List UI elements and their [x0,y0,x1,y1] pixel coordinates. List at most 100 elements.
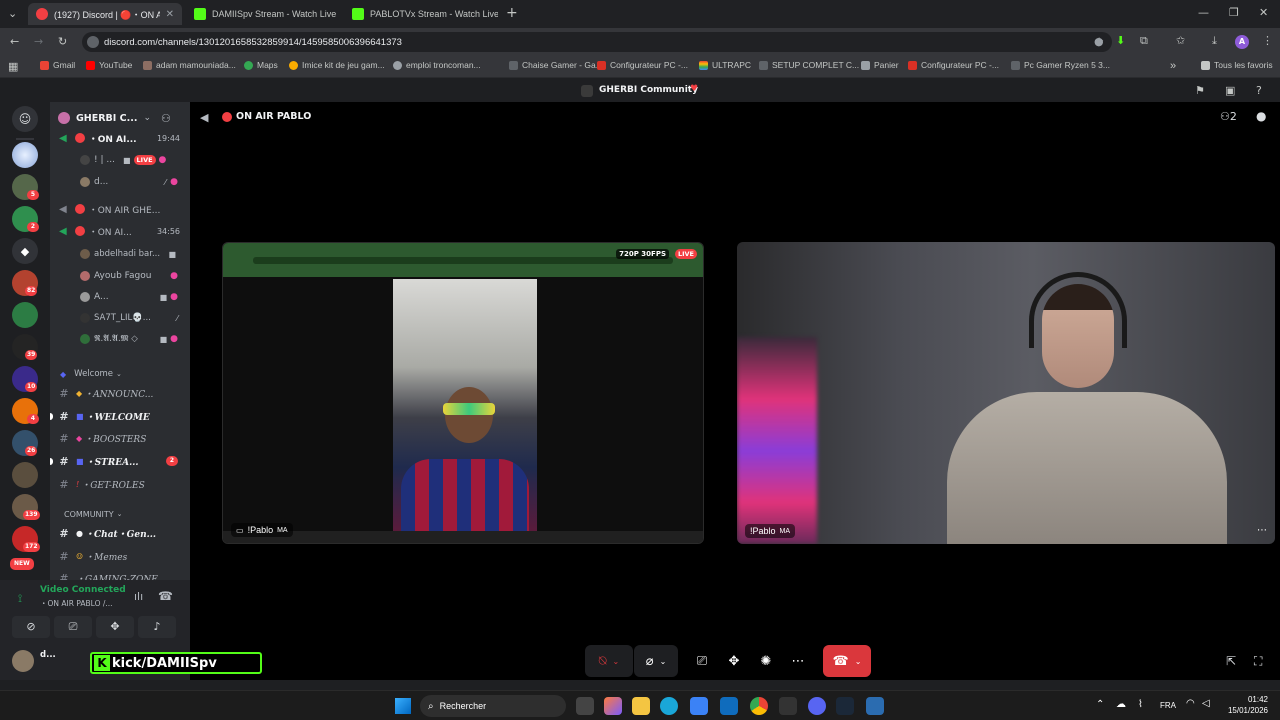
noise-suppression-icon[interactable]: ılı [134,590,143,603]
epic-games-icon[interactable] [779,697,797,715]
taskbar-search[interactable]: ⌕ Rechercher [420,695,566,717]
category-community[interactable]: COMMUNITY ⌄ [50,505,190,523]
site-info-icon[interactable] [87,36,99,48]
bookmark-item[interactable]: adam mamouniada... [143,60,236,70]
help-icon[interactable]: ? [1256,85,1262,96]
favorites-icon[interactable]: ✩ [1176,35,1185,46]
voice-user[interactable]: Ayoub Fagou ● [50,267,190,285]
tray-chevron-icon[interactable]: ⌃ [1096,699,1104,710]
stream-tile[interactable]: 720P 30FPS LIVE ▭ !Pablo MA [222,242,704,544]
profile-avatar[interactable]: A [1235,35,1249,49]
back-icon[interactable]: ← [10,36,19,47]
server-item[interactable] [12,302,38,328]
screen-share-button[interactable]: ⎚ [54,616,92,638]
tab-pablotvx[interactable]: PABLOTVx Stream - Watch Live ✕ [344,3,498,25]
bookmark-item[interactable]: Configurateur PC -... [908,60,999,70]
user-avatar[interactable] [12,650,34,672]
leave-call-button[interactable]: ☎ ⌄ [823,645,871,677]
discord-app-icon[interactable] [808,697,826,715]
language-indicator[interactable]: FRA [1160,701,1176,710]
fullscreen-icon[interactable]: ⛶ [1254,654,1262,669]
reload-icon[interactable]: ↻ [58,36,67,47]
text-channel[interactable]: # ☺ ・Memes [50,547,190,565]
text-channel[interactable]: # ! ・GET-ROLES [50,475,190,493]
downloads-icon[interactable]: ⤓ [1212,35,1217,46]
members-icon[interactable]: ⚇2 [1220,110,1237,123]
voice-user[interactable]: ! | ... ■ LIVE ● [50,151,190,169]
activities-button[interactable]: ✥ [722,645,746,677]
bookmark-item[interactable]: Maps [244,60,278,70]
bookmarks-overflow[interactable]: » [1170,60,1176,72]
server-item[interactable] [12,462,38,488]
disconnect-icon[interactable]: ☎ [158,589,173,603]
add-member-icon[interactable]: ⚇ [161,112,171,125]
bookmark-item[interactable]: Configurateur PC -... [597,60,688,70]
voice-user[interactable]: SA7T_LIL💀... ⁄ [50,309,190,327]
camera-tile[interactable]: !Pablo MA ⋯ [737,242,1275,544]
mail-icon[interactable] [720,697,738,715]
inbox-icon[interactable]: ⚑ [1195,85,1205,96]
camera-off-button[interactable]: ⊘ [12,616,50,638]
clock-time[interactable]: 01:42 [1222,695,1268,704]
maximize-icon[interactable]: ❐ [1229,7,1239,18]
all-bookmarks[interactable]: Tous les favoris [1201,60,1273,70]
bookmark-item[interactable]: Chaise Gamer - Ga... [509,60,603,70]
start-icon[interactable] [395,698,411,714]
voice-channel-label[interactable]: ・ON AIR PABLO /... [40,598,113,609]
popout-icon[interactable]: ⇱ [1226,654,1236,668]
tab-damiispv[interactable]: DAMIISpv Stream - Watch Live ✕ [186,3,340,25]
share-screen-button[interactable]: ⎚ [690,645,714,677]
more-options-icon[interactable]: ⋯ [1257,525,1267,536]
discord-home-icon[interactable]: ☺ [12,106,38,132]
mute-button[interactable]: ⍉ ⌄ [585,645,633,677]
activities-button[interactable]: ✥ [96,616,134,638]
text-channel[interactable]: # ・GAMING-ZONE [50,569,190,581]
apps-grid-icon[interactable]: ▦ [8,61,18,72]
voice-channel-on-air-ghe[interactable]: ◀ ・ON AIR GHE... [50,200,190,218]
voice-user[interactable]: d... ⁄ ● [50,173,190,191]
tab-discord[interactable]: (1927) Discord | 🔴・ON AIR ✕ [28,3,182,25]
close-window-icon[interactable]: ✕ [1259,7,1268,18]
server-item[interactable]: ◆ [12,238,38,264]
file-explorer-icon[interactable] [632,697,650,715]
soundboard-button[interactable]: ✺ [754,645,778,677]
text-channel[interactable]: # ■ ・STREA... 2 [50,452,190,470]
mic-icon[interactable]: ⌇ [1138,699,1143,710]
more-button[interactable]: ⋯ [786,645,810,677]
volume-icon[interactable]: ◁ [1202,698,1210,709]
voice-channel-on-air[interactable]: ◀ ・ON AI... 19:44 [50,129,190,147]
text-channel[interactable]: # ● ・Chat・Gen... [50,524,190,542]
extension-icon[interactable]: ● [1094,36,1104,47]
download-ext-icon[interactable]: ⬇ [1116,35,1125,46]
voice-user[interactable]: 𝕽.𝕬.𝕬.𝕸 ◇ ■ ● [50,330,190,348]
tab-search-icon[interactable]: ⌄ [8,8,17,19]
server-header[interactable]: GHERBI C... ⌄ ⚇ [50,108,190,128]
new-tab-button[interactable]: + [506,6,518,20]
voice-user[interactable]: abdelhadi bar... ■ [50,245,190,263]
menu-icon[interactable]: ⋮ [1262,35,1273,46]
voice-user[interactable]: A... ■ ● [50,288,190,306]
steam-icon[interactable] [836,697,854,715]
new-badge[interactable]: NEW [10,558,34,570]
bookmark-item[interactable]: SETUP COMPLET C... [759,60,859,70]
window-icon[interactable]: ▣ [1225,85,1235,96]
bookmark-item[interactable]: emploi troncoman... [393,60,481,70]
bookmark-item[interactable]: Gmail [40,60,75,70]
close-tab-icon[interactable]: ✕ [166,9,174,20]
minimize-icon[interactable]: — [1198,7,1209,18]
edge-icon[interactable] [660,697,678,715]
text-channel[interactable]: # ◆ ・ANNOUNC... [50,384,190,402]
server-item[interactable] [12,142,38,168]
installer-icon[interactable] [866,697,884,715]
task-view-icon[interactable] [576,697,594,715]
wifi-icon[interactable]: ◠ [1186,698,1195,709]
chat-icon[interactable]: ● [1256,109,1266,123]
extensions-puzzle-icon[interactable]: ⧉ [1140,35,1148,46]
category-welcome[interactable]: ◆ Welcome ⌄ [50,365,190,383]
bookmark-item[interactable]: Pc Gamer Ryzen 5 3... [1011,60,1110,70]
voice-channel-on-air-2[interactable]: ◀ ・ON AI... 34:56 [50,222,190,240]
tray-icon[interactable]: ☁ [1116,699,1126,710]
copilot-icon[interactable] [604,697,622,715]
soundboard-button[interactable]: ♪ [138,616,176,638]
url-field[interactable]: discord.com/channels/1301201658532859914… [82,32,1112,52]
